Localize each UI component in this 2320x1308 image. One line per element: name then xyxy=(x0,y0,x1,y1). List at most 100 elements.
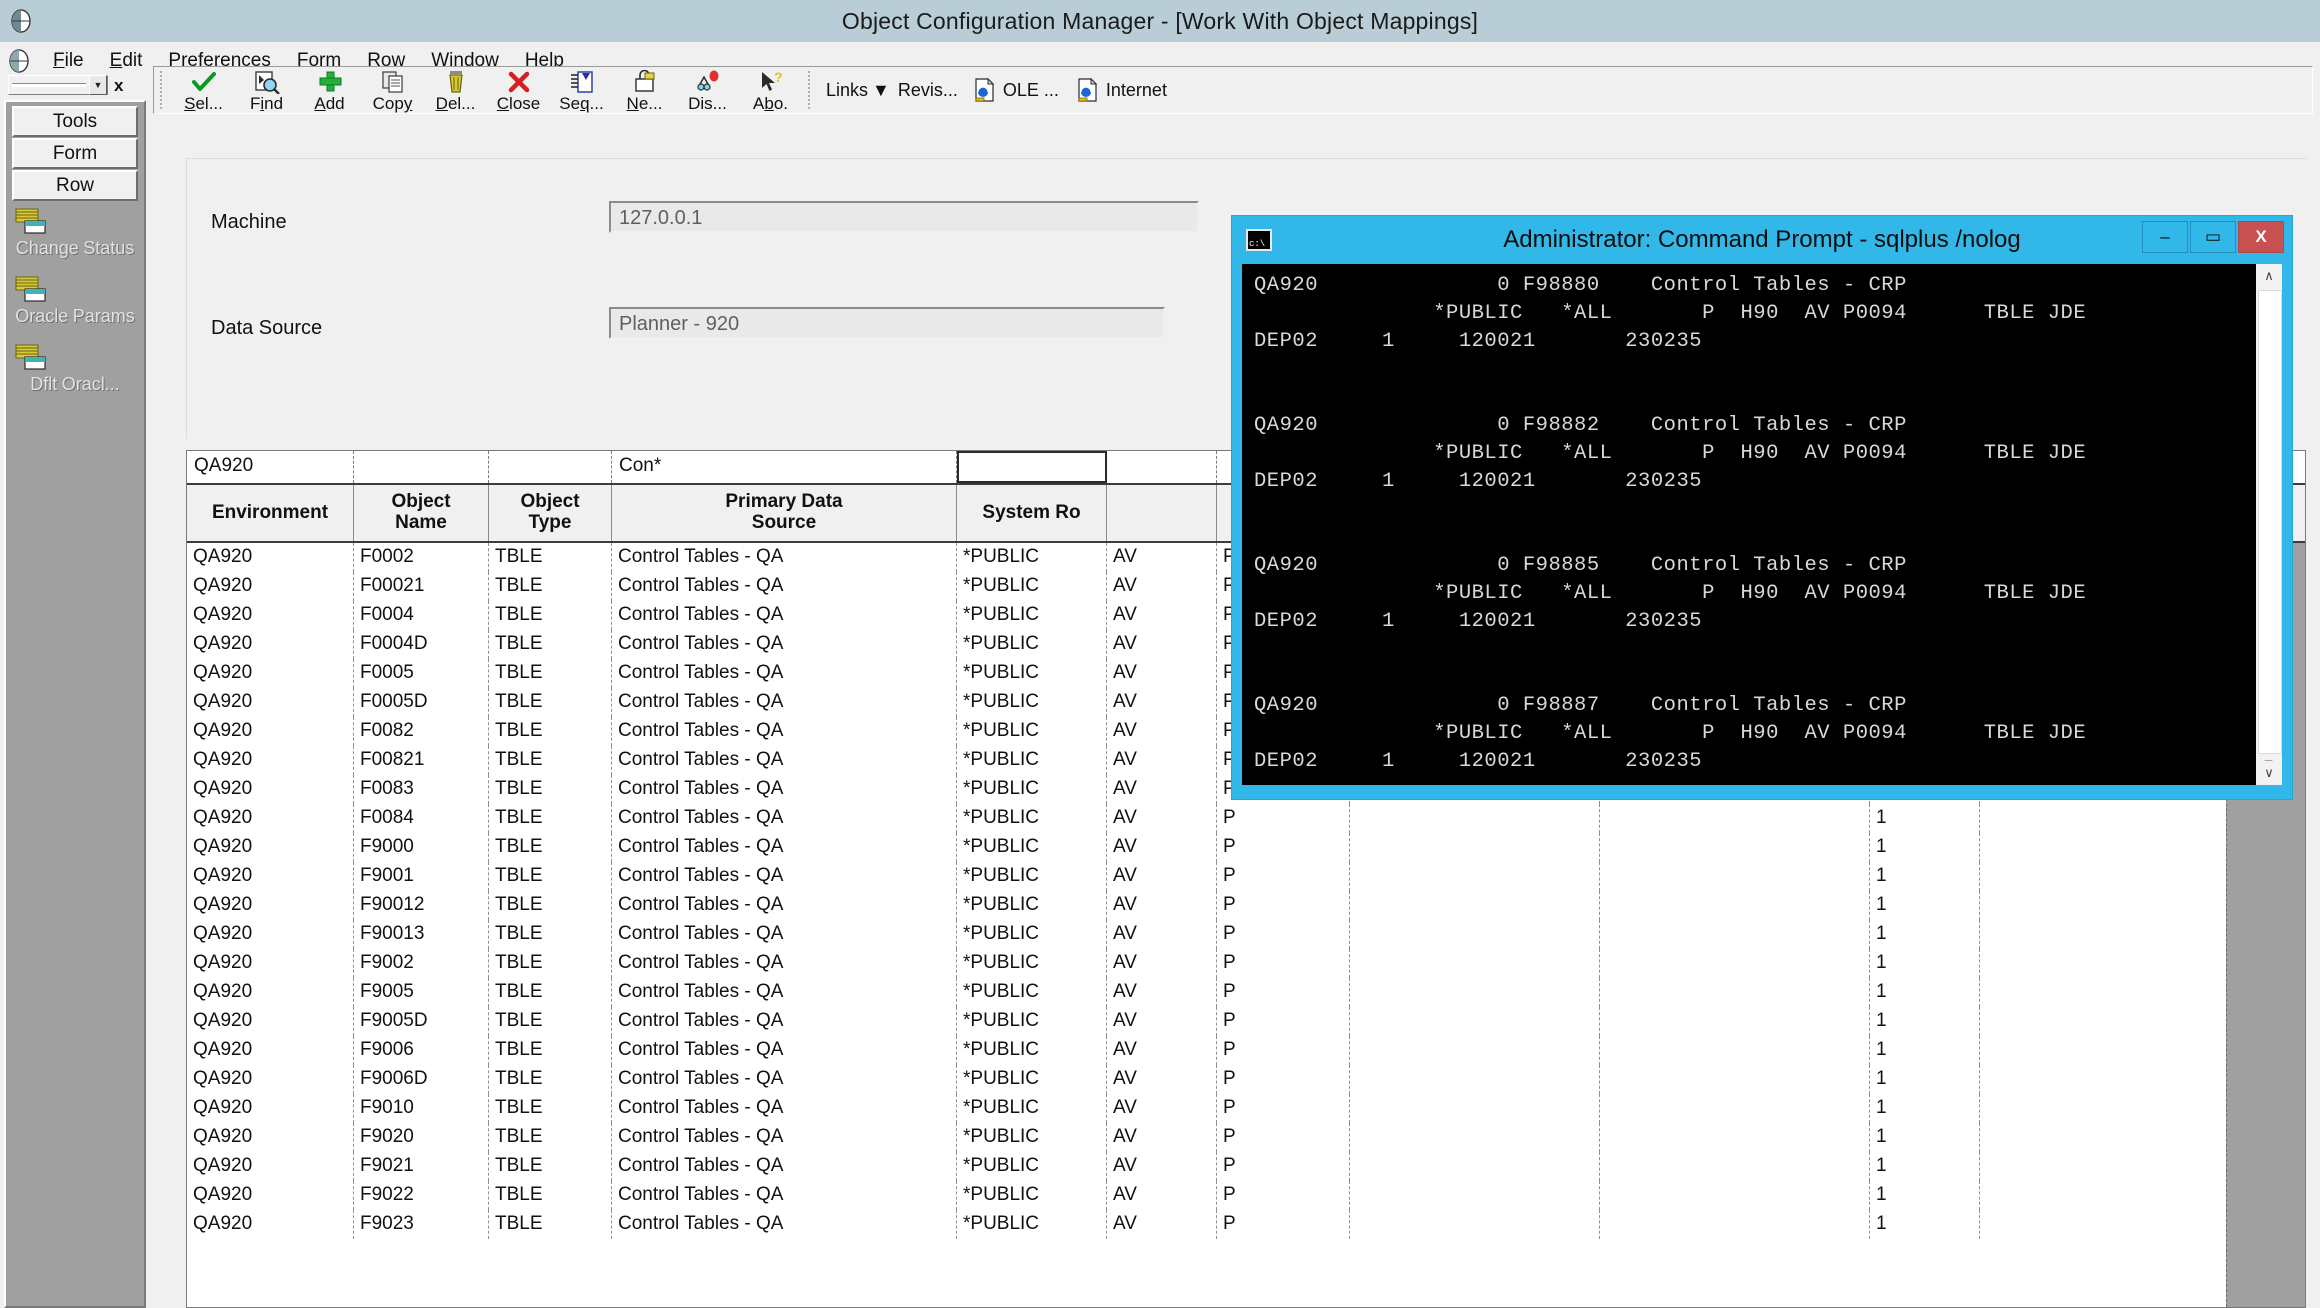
table-cell[interactable] xyxy=(1350,1036,1600,1065)
table-row[interactable]: QA920 F9006 TBLE Control Tables - QA *PUBLIC… xyxy=(187,1036,2305,1065)
table-cell[interactable]: Control Tables - QA xyxy=(612,862,957,891)
table-cell[interactable]: *PUBLIC xyxy=(957,746,1107,775)
table-cell[interactable] xyxy=(1600,1152,1870,1181)
table-cell[interactable]: AV xyxy=(1107,717,1217,746)
table-cell[interactable]: F0082 xyxy=(354,717,489,746)
mdi-globe-icon[interactable] xyxy=(6,48,32,74)
table-cell[interactable] xyxy=(1600,1210,1870,1239)
table-cell[interactable]: QA920 xyxy=(187,949,354,978)
table-cell[interactable] xyxy=(1350,862,1600,891)
table-cell[interactable]: AV xyxy=(1107,746,1217,775)
table-cell[interactable]: F9021 xyxy=(354,1152,489,1181)
mdi-combo[interactable]: ▼ xyxy=(8,75,108,95)
table-row[interactable]: QA920 F9002 TBLE Control Tables - QA *PUBLIC… xyxy=(187,949,2305,978)
table-row[interactable]: QA920 F9005D TBLE Control Tables - QA *PUBLI… xyxy=(187,1007,2305,1036)
table-cell[interactable]: AV xyxy=(1107,833,1217,862)
table-cell[interactable]: QA920 xyxy=(187,601,354,630)
table-cell[interactable]: P xyxy=(1217,1065,1350,1094)
table-cell[interactable]: QA920 xyxy=(187,746,354,775)
table-cell[interactable]: *PUBLIC xyxy=(957,1181,1107,1210)
table-cell[interactable]: F9001 xyxy=(354,862,489,891)
table-cell[interactable]: F9000 xyxy=(354,833,489,862)
table-cell[interactable]: *PUBLIC xyxy=(957,1036,1107,1065)
table-cell[interactable]: AV xyxy=(1107,920,1217,949)
table-cell[interactable] xyxy=(1600,862,1870,891)
console-scrollbar[interactable]: ∧ ≡ ∨ xyxy=(2255,264,2282,785)
table-row[interactable]: QA920 F9010 TBLE Control Tables - QA *PUBLIC… xyxy=(187,1094,2305,1123)
table-cell[interactable]: Control Tables - QA xyxy=(612,717,957,746)
table-cell[interactable]: *PUBLIC xyxy=(957,630,1107,659)
table-cell[interactable]: Control Tables - QA xyxy=(612,1181,957,1210)
table-cell[interactable]: F0004D xyxy=(354,630,489,659)
table-cell[interactable]: P xyxy=(1217,1123,1350,1152)
table-cell[interactable]: AV xyxy=(1107,1210,1217,1239)
table-cell[interactable]: QA920 xyxy=(187,1210,354,1239)
table-cell[interactable] xyxy=(1350,920,1600,949)
table-cell[interactable]: Control Tables - QA xyxy=(612,572,957,601)
table-cell[interactable]: TBLE xyxy=(489,775,612,804)
table-cell[interactable]: TBLE xyxy=(489,630,612,659)
table-cell[interactable]: AV xyxy=(1107,1181,1217,1210)
table-cell[interactable]: QA920 xyxy=(187,775,354,804)
table-cell[interactable]: *PUBLIC xyxy=(957,920,1107,949)
table-cell[interactable]: F0083 xyxy=(354,775,489,804)
console-scrollbar-thumb[interactable] xyxy=(2258,290,2282,754)
table-cell[interactable]: QA920 xyxy=(187,920,354,949)
table-cell[interactable]: TBLE xyxy=(489,978,612,1007)
table-cell[interactable]: QA920 xyxy=(187,1181,354,1210)
table-cell[interactable]: QA920 xyxy=(187,717,354,746)
table-cell[interactable]: Control Tables - QA xyxy=(612,891,957,920)
add-button[interactable]: Add xyxy=(298,68,361,114)
table-cell[interactable] xyxy=(1600,920,1870,949)
scroll-up-icon[interactable]: ∧ xyxy=(2256,264,2282,288)
table-cell[interactable]: 1 xyxy=(1870,1036,1980,1065)
sidebar-exit-change-status[interactable]: Change Status xyxy=(12,207,138,259)
table-cell[interactable]: F00021 xyxy=(354,572,489,601)
table-cell[interactable]: Control Tables - QA xyxy=(612,1036,957,1065)
table-cell[interactable]: QA920 xyxy=(187,891,354,920)
table-cell[interactable]: Control Tables - QA xyxy=(612,688,957,717)
table-cell[interactable]: *PUBLIC xyxy=(957,775,1107,804)
table-cell[interactable]: AV xyxy=(1107,1152,1217,1181)
table-cell[interactable]: *PUBLIC xyxy=(957,572,1107,601)
table-cell[interactable]: *PUBLIC xyxy=(957,688,1107,717)
table-cell[interactable]: *PUBLIC xyxy=(957,804,1107,833)
table-cell[interactable]: TBLE xyxy=(489,688,612,717)
grid-filter-cell[interactable]: Con* xyxy=(612,451,957,483)
table-cell[interactable]: P xyxy=(1217,891,1350,920)
table-cell[interactable]: F9002 xyxy=(354,949,489,978)
table-cell[interactable]: *PUBLIC xyxy=(957,1007,1107,1036)
table-cell[interactable] xyxy=(1600,1181,1870,1210)
table-cell[interactable]: P xyxy=(1217,1036,1350,1065)
table-cell[interactable]: 1 xyxy=(1870,804,1980,833)
table-cell[interactable]: QA920 xyxy=(187,1065,354,1094)
table-row[interactable]: QA920 F9020 TBLE Control Tables - QA *PUBLIC… xyxy=(187,1123,2305,1152)
table-cell[interactable] xyxy=(1600,949,1870,978)
table-cell[interactable]: AV xyxy=(1107,1065,1217,1094)
table-cell[interactable]: F9005 xyxy=(354,978,489,1007)
table-cell[interactable]: Control Tables - QA xyxy=(612,543,957,572)
table-cell[interactable]: P xyxy=(1217,862,1350,891)
sidebar-exit-dflt-oracle[interactable]: Dflt Oracl... xyxy=(12,343,138,395)
table-cell[interactable] xyxy=(1350,1007,1600,1036)
table-cell[interactable] xyxy=(1350,1181,1600,1210)
table-cell[interactable]: AV xyxy=(1107,1007,1217,1036)
grid-filter-cell[interactable] xyxy=(1107,451,1217,483)
table-cell[interactable]: P xyxy=(1217,1181,1350,1210)
sidebar-exit-oracle-params[interactable]: Oracle Params xyxy=(12,275,138,327)
table-cell[interactable]: 1 xyxy=(1870,1181,1980,1210)
table-cell[interactable]: TBLE xyxy=(489,1094,612,1123)
table-cell[interactable]: F0084 xyxy=(354,804,489,833)
table-cell[interactable]: Control Tables - QA xyxy=(612,1210,957,1239)
table-cell[interactable]: AV xyxy=(1107,978,1217,1007)
table-row[interactable]: QA920 F0084 TBLE Control Tables - QA *PUBLIC… xyxy=(187,804,2305,833)
table-cell[interactable]: QA920 xyxy=(187,630,354,659)
table-cell[interactable]: TBLE xyxy=(489,804,612,833)
table-cell[interactable]: P xyxy=(1217,1094,1350,1123)
table-cell[interactable]: QA920 xyxy=(187,1123,354,1152)
table-cell[interactable]: 1 xyxy=(1870,1007,1980,1036)
delete-button[interactable]: Del... xyxy=(424,68,487,114)
table-cell[interactable]: TBLE xyxy=(489,920,612,949)
table-cell[interactable] xyxy=(1600,978,1870,1007)
sidebar-item-row[interactable]: Row xyxy=(12,170,138,201)
